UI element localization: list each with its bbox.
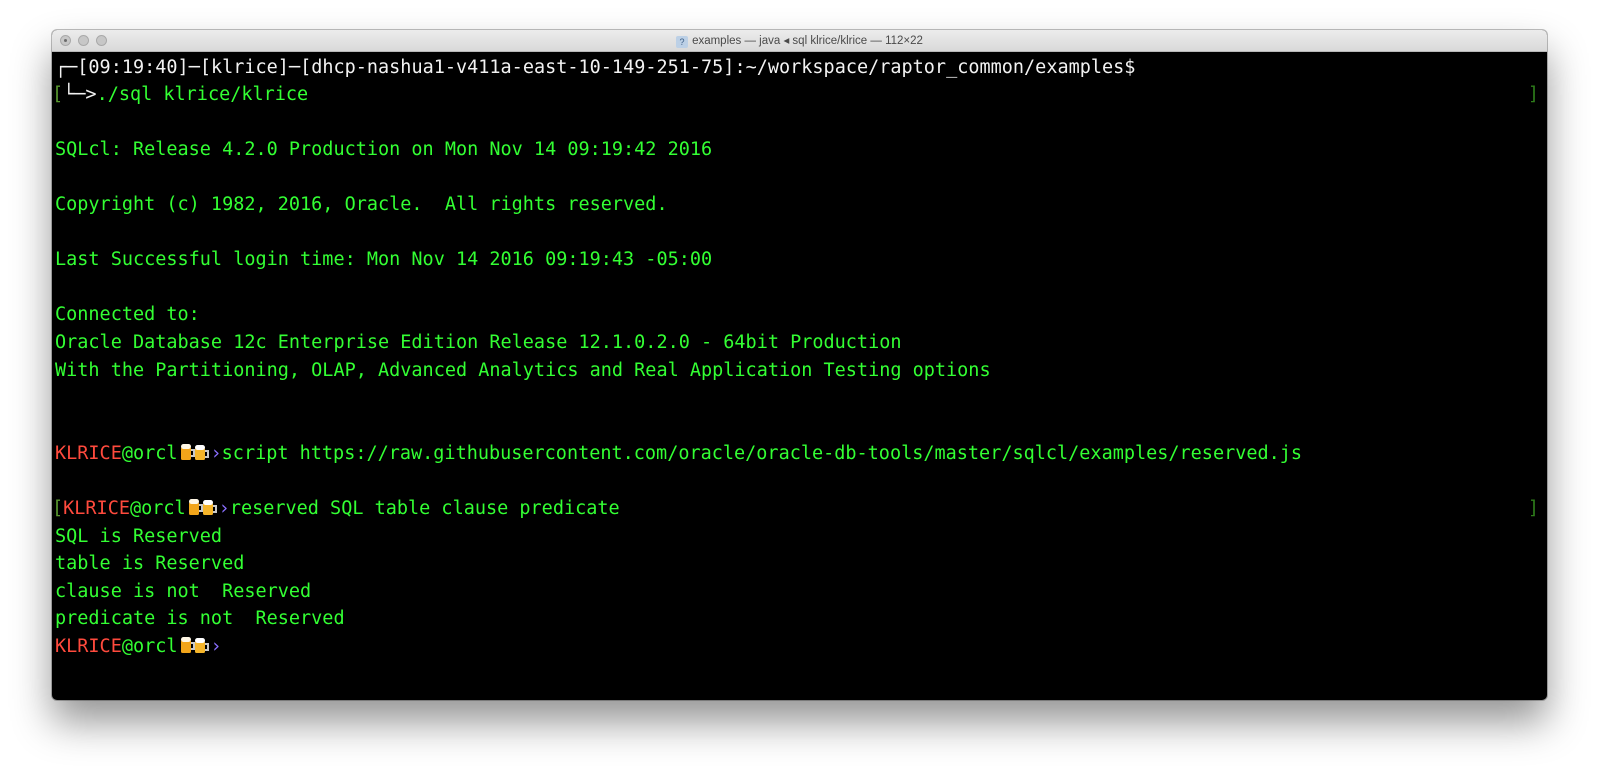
- sql-prompt-user: KLRICE: [63, 498, 130, 519]
- prompt-user: [klrice]: [199, 57, 289, 78]
- sql-prompt-chevron: ›: [210, 443, 222, 464]
- sql-prompt-db: @orcl: [121, 636, 178, 657]
- terminal-content[interactable]: ┌─[09:19:40]─[klrice]─[dhcp-nashua1-v411…: [52, 52, 1547, 700]
- prompt-separator: ─: [288, 57, 301, 78]
- connected-line: Connected to:: [55, 304, 200, 325]
- sql-prompt-user: KLRICE: [55, 443, 122, 464]
- beer-mugs-icon: [180, 637, 209, 653]
- output-line: SQL is Reserved: [55, 526, 223, 547]
- output-line: predicate is not Reserved: [55, 608, 345, 629]
- beer-mugs-icon: [188, 499, 217, 515]
- sql-prompt-line: [KLRICE@orcl ›reserved SQL table clause p…: [52, 495, 620, 522]
- output-line: clause is not Reserved: [55, 581, 312, 602]
- prompt-separator: ─: [188, 57, 200, 78]
- prompt-path: :~/workspace/raptor_common/examples$: [734, 57, 1136, 78]
- release-line: SQLcl: Release 4.2.0 Production on Mon N…: [55, 139, 713, 160]
- reserved-command: reserved SQL table clause predicate: [229, 498, 620, 519]
- command-open-bracket: [: [52, 84, 64, 105]
- command-arrow: └─>: [63, 84, 97, 105]
- command-close-bracket: ]: [1527, 84, 1539, 105]
- shell-command-line: [└─>./sql klrice/klrice: [52, 81, 308, 108]
- reserved-open-bracket: [: [52, 498, 64, 519]
- options-line: With the Partitioning, OLAP, Advanced An…: [55, 360, 991, 381]
- output-line: table is Reserved: [55, 553, 245, 574]
- sql-prompt-db: @orcl: [129, 498, 186, 519]
- last-login-line: Last Successful login time: Mon Nov 14 2…: [55, 249, 713, 270]
- reserved-close-bracket: ]: [1527, 498, 1539, 519]
- copyright-line: Copyright (c) 1982, 2016, Oracle. All ri…: [55, 194, 668, 215]
- sql-prompt-db: @orcl: [121, 443, 178, 464]
- title-bar[interactable]: ? examples — java ◂ sql klrice/klrice — 1…: [52, 30, 1547, 52]
- prompt-time: [09:19:40]: [77, 57, 189, 78]
- prompt-host: [dhcp-nashua1-v411a-east-10-149-251-75]: [300, 57, 735, 78]
- database-line: Oracle Database 12c Enterprise Edition R…: [55, 332, 902, 353]
- window-title: ? examples — java ◂ sql klrice/klrice — 1…: [52, 33, 1547, 48]
- sql-prompt-chevron: ›: [210, 636, 222, 657]
- beer-mugs-icon: [180, 444, 209, 460]
- shell-prompt-line: ┌─[09:19:40]─[klrice]─[dhcp-nashua1-v411…: [55, 54, 1135, 81]
- sql-prompt-line[interactable]: KLRICE@orcl ›: [55, 633, 222, 660]
- sql-prompt-user: KLRICE: [55, 636, 122, 657]
- command-text: ./sql klrice/klrice: [96, 84, 309, 105]
- terminal-window: ? examples — java ◂ sql klrice/klrice — 1…: [52, 30, 1547, 700]
- sql-prompt-chevron: ›: [218, 498, 230, 519]
- sql-prompt-line: KLRICE@orcl ›script https://raw.githubuse…: [55, 440, 1302, 467]
- document-icon: ?: [676, 36, 689, 48]
- prompt-corner: ┌─: [55, 57, 78, 78]
- script-command: script https://raw.githubusercontent.com…: [221, 443, 1303, 464]
- window-title-text: examples — java ◂ sql klrice/klrice — 11…: [692, 35, 923, 47]
